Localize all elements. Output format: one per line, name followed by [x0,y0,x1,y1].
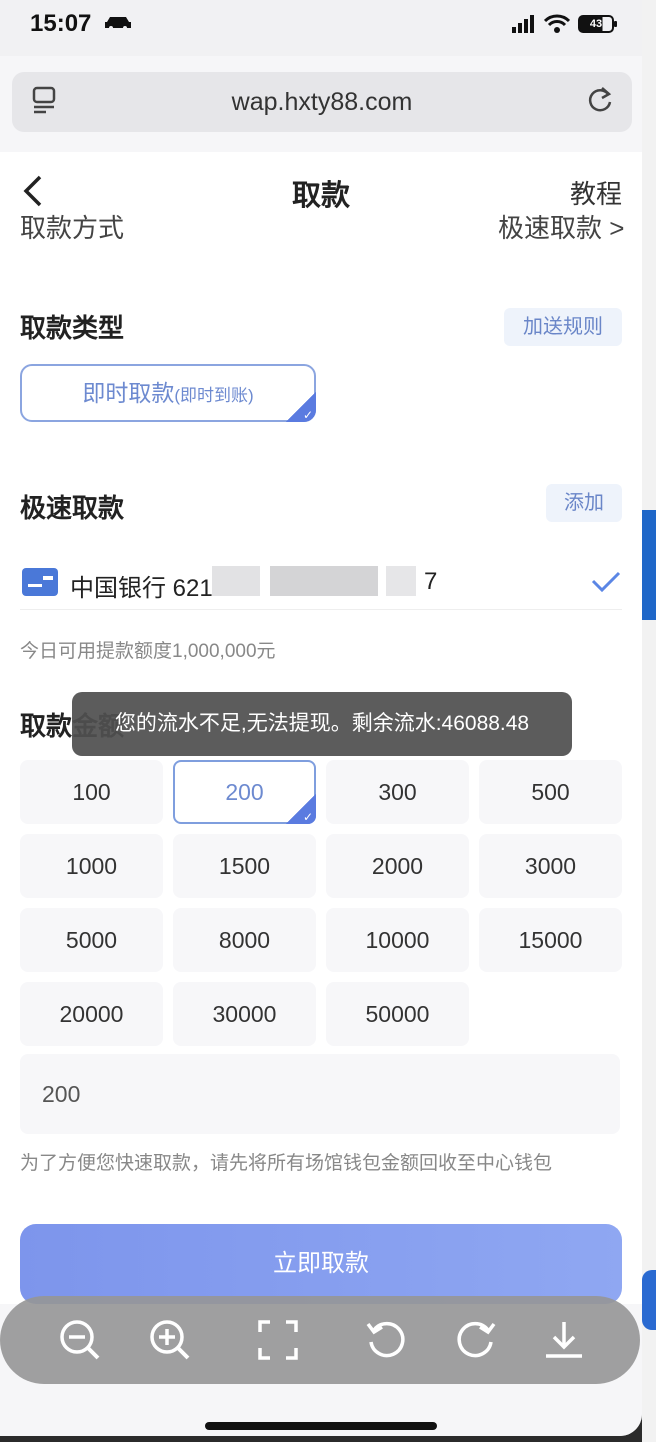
tutorial-link[interactable]: 教程 [570,174,622,211]
status-icons: 43 [512,14,617,34]
fast-withdraw-title: 极速取款 [20,493,125,523]
page-title: 取款 [291,180,350,212]
bank-card-last-digit: 7 [424,568,438,595]
add-card-button[interactable]: 添加 [546,484,622,522]
bank-name: 中国银行 621 [70,575,213,602]
instant-withdraw-sublabel: (即时到账) [174,386,254,405]
status-bar: 15:07 43 [0,0,642,56]
amount-option[interactable]: 300 [326,760,469,824]
wifi-icon [544,14,570,33]
car-icon [105,17,131,30]
amount-option[interactable]: 8000 [173,908,316,972]
recall-hint: 为了方便您快速取款，请先将所有场馆钱包金额回收至中心钱包 [20,1153,553,1174]
withdraw-method-value: 极速取款 > [498,214,625,243]
amount-option[interactable]: 1500 [173,834,316,898]
rules-button[interactable]: 加送规则 [504,308,622,346]
phone-screen: 15:07 43 wap.hxty88.com 取款 教程 取款方式 极速取款 … [0,0,642,1436]
amount-option[interactable]: 10000 [326,908,469,972]
fullscreen-icon[interactable] [256,1318,300,1362]
reload-icon[interactable] [586,86,614,114]
zoom-toolbar [0,1296,640,1384]
status-time: 15:07 [30,10,92,37]
card-number-mask [386,566,416,596]
bank-card-row[interactable]: 中国银行 621 7 [20,554,622,610]
withdraw-method-label: 取款方式 [20,214,125,243]
toast-message: 您的流水不足,无法提现。剩余流水:46088.48 [72,692,572,756]
amount-option[interactable]: 3000 [479,834,622,898]
amount-option[interactable]: 200 [173,760,316,824]
background-window-edge [642,0,656,1442]
signal-icon [512,15,536,33]
url-bar[interactable]: wap.hxty88.com [12,72,632,132]
check-icon [591,571,621,593]
amount-option[interactable]: 1000 [20,834,163,898]
download-icon[interactable] [542,1318,586,1362]
instant-withdraw-label: 即时取款 [82,380,175,406]
amount-option[interactable]: 20000 [20,982,163,1046]
selected-check-icon [286,392,316,422]
card-number-mask [212,566,260,596]
amount-option[interactable]: 500 [479,760,622,824]
url-text[interactable]: wap.hxty88.com [12,88,632,117]
submit-withdraw-button[interactable]: 立即取款 [20,1224,622,1304]
withdraw-method-row[interactable]: 取款方式 极速取款 > [0,214,642,244]
amount-input[interactable] [20,1054,620,1134]
zoom-out-icon[interactable] [58,1318,102,1362]
selected-check-icon [286,794,316,824]
battery-icon: 43 [578,15,617,33]
amount-option[interactable]: 2000 [326,834,469,898]
background-blue-button [642,1270,656,1330]
zoom-in-icon[interactable] [148,1318,192,1362]
rotate-left-icon[interactable] [364,1318,408,1362]
amount-option[interactable]: 50000 [326,982,469,1046]
rotate-right-icon[interactable] [454,1318,498,1362]
card-number-mask [270,566,378,596]
amount-option[interactable]: 100 [20,760,163,824]
amount-option[interactable]: 30000 [173,982,316,1046]
withdraw-form: 取款类型 加送规则 即时取款(即时到账) 极速取款 添加 中国银行 621 7 … [0,244,642,1304]
instant-withdraw-option[interactable]: 即时取款(即时到账) [20,364,316,422]
withdraw-type-title: 取款类型 [20,313,125,343]
amount-option[interactable]: 15000 [479,908,622,972]
home-indicator [205,1422,437,1430]
bank-card-icon [22,568,58,596]
background-blue-block [642,510,656,620]
withdraw-limit-text: 今日可用提款额度1,000,000元 [20,641,276,662]
amount-option[interactable]: 5000 [20,908,163,972]
